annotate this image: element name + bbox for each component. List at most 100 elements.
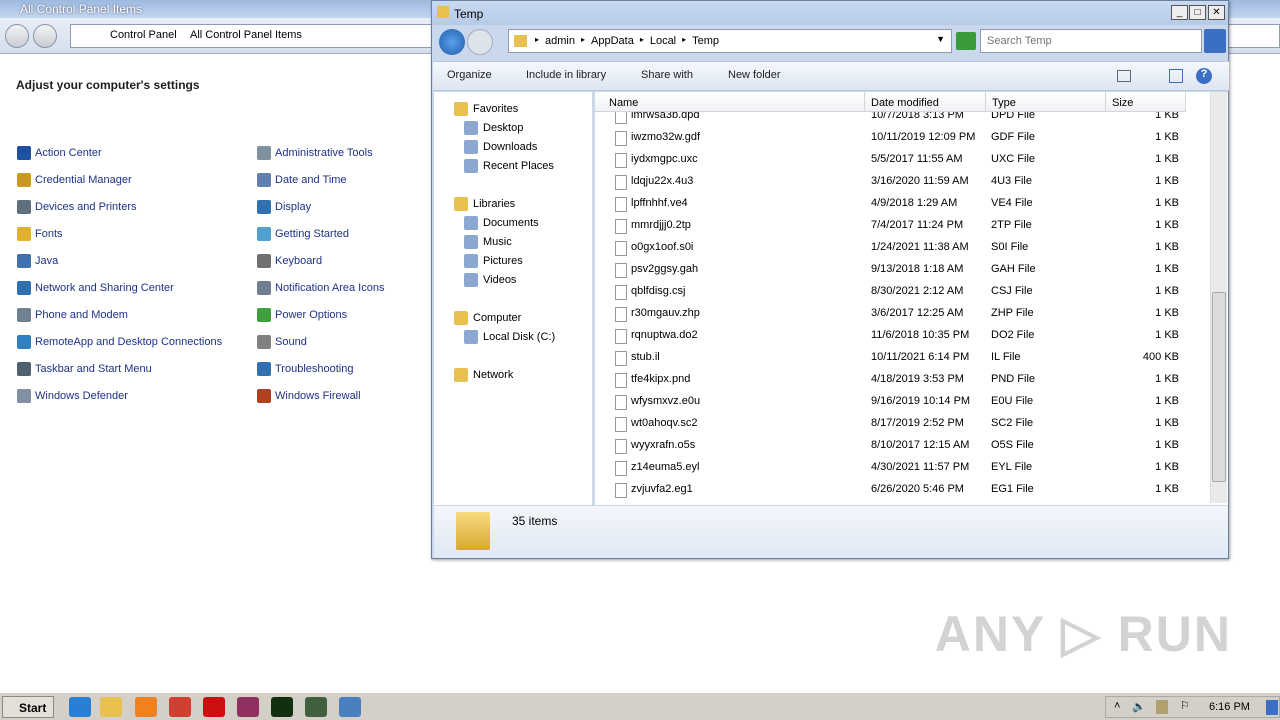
breadcrumb-arrow-icon[interactable]: ▸ [640, 35, 644, 47]
forward-button[interactable] [33, 24, 57, 48]
file-row[interactable]: imrwsa3b.dpd 10/7/2018 3:13 PM DPD File 1 K… [595, 112, 1209, 126]
file-row[interactable]: psv2ggsy.gah 9/13/2018 1:18 AM GAH File 1 K… [595, 260, 1209, 280]
cp-item-remoteapp-and-desktop-connections[interactable]: RemoteApp and Desktop Connections [17, 333, 222, 351]
chrome-icon[interactable] [169, 697, 191, 717]
control-panel-icon[interactable] [339, 697, 361, 717]
cp-item-phone-and-modem[interactable]: Phone and Modem [17, 306, 128, 324]
file-row[interactable]: wt0ahoqv.sc2 8/17/2019 2:52 PM SC2 File 1 K… [595, 414, 1209, 434]
cp-item-action-center[interactable]: Action Center [17, 144, 102, 162]
file-row[interactable]: ldqju22x.4u3 3/16/2020 11:59 AM 4U3 File 1 … [595, 172, 1209, 192]
minimize-button[interactable]: _ [1171, 5, 1188, 20]
new-folder-button[interactable]: New folder [728, 69, 781, 81]
clock[interactable]: 6:16 PM [1209, 701, 1250, 713]
nav-music[interactable]: Music [464, 235, 512, 249]
file-row[interactable]: wfysmxvz.e0u 9/16/2019 10:14 PM E0U File 1 … [595, 392, 1209, 412]
show-desktop-button[interactable] [1266, 700, 1278, 715]
search-icon[interactable] [1204, 29, 1226, 53]
cp-item-taskbar-and-start-menu[interactable]: Taskbar and Start Menu [17, 360, 152, 378]
cp-item-java[interactable]: Java [17, 252, 58, 270]
file-row[interactable]: iwzmo32w.gdf 10/11/2019 12:09 PM GDF File 1… [595, 128, 1209, 148]
explorer-icon[interactable] [100, 697, 122, 717]
ie-icon[interactable] [69, 697, 91, 717]
preview-pane-icon[interactable] [1169, 69, 1183, 83]
include-in-library-button[interactable]: Include in library [526, 69, 606, 81]
cp-item-date-and-time[interactable]: Date and Time [257, 171, 347, 189]
cp-item-credential-manager[interactable]: Credential Manager [17, 171, 132, 189]
chevron-down-icon[interactable]: ▼ [936, 34, 945, 44]
cp-item-devices-and-printers[interactable]: Devices and Printers [17, 198, 137, 216]
cp-item-windows-defender[interactable]: Windows Defender [17, 387, 128, 405]
nav-pictures[interactable]: Pictures [464, 254, 523, 268]
file-row[interactable]: iydxmgpc.uxc 5/5/2017 11:55 AM UXC File 1 K… [595, 150, 1209, 170]
breadcrumb-arrow-icon[interactable]: ▸ [535, 35, 539, 47]
breadcrumb-arrow-icon[interactable]: ▸ [682, 35, 686, 47]
action-center-flag-icon[interactable]: ⚐ [1180, 699, 1190, 712]
breadcrumb-item[interactable]: admin [545, 35, 575, 47]
nav-desktop[interactable]: Desktop [464, 121, 523, 135]
breadcrumb-item[interactable]: Temp [692, 35, 719, 47]
file-row[interactable]: tfe4kipx.pnd 4/18/2019 3:53 PM PND File 1 K… [595, 370, 1209, 390]
nav-recent-places[interactable]: Recent Places [464, 159, 554, 173]
scrollbar-thumb[interactable] [1212, 292, 1226, 482]
file-row[interactable]: lpffnhhf.ve4 4/9/2018 1:29 AM VE4 File 1 KB [595, 194, 1209, 214]
breadcrumb-control-panel[interactable]: Control Panel [110, 29, 177, 41]
breadcrumb-arrow-icon[interactable]: ▸ [581, 35, 585, 47]
show-hidden-icons[interactable]: ˄ [1114, 700, 1120, 712]
column-header-date-modified[interactable]: Date modified [865, 92, 986, 112]
nav-network[interactable]: Network [454, 368, 513, 382]
search-input[interactable] [980, 29, 1202, 53]
breadcrumb-item[interactable]: AppData [591, 35, 634, 47]
nav-libraries[interactable]: Libraries [454, 197, 515, 211]
cp-item-windows-firewall[interactable]: Windows Firewall [257, 387, 361, 405]
view-options-icon[interactable] [1117, 70, 1131, 82]
file-row[interactable]: o0gx1oof.s0i 1/24/2021 11:38 AM S0I File 1 … [595, 238, 1209, 258]
refresh-icon[interactable] [956, 32, 976, 50]
cp-item-network-and-sharing-center[interactable]: Network and Sharing Center [17, 279, 174, 297]
column-header-type[interactable]: Type [986, 92, 1106, 112]
network-tray-icon[interactable] [1156, 700, 1168, 714]
cp-item-administrative-tools[interactable]: Administrative Tools [257, 144, 373, 162]
file-row[interactable]: qblfdisg.csj 8/30/2021 2:12 AM CSJ File 1 K… [595, 282, 1209, 302]
nav-videos[interactable]: Videos [464, 273, 516, 287]
breadcrumb-all-items[interactable]: All Control Panel Items [190, 29, 302, 41]
media-player-icon[interactable] [135, 697, 157, 717]
volume-icon[interactable]: 🔈 [1132, 700, 1146, 713]
cp-item-sound[interactable]: Sound [257, 333, 307, 351]
cp-item-troubleshooting[interactable]: Troubleshooting [257, 360, 353, 378]
cp-item-display[interactable]: Display [257, 198, 311, 216]
hex-app-icon[interactable] [271, 697, 293, 717]
help-icon[interactable]: ? [1196, 68, 1212, 84]
cp-item-fonts[interactable]: Fonts [17, 225, 63, 243]
file-row[interactable]: mmrdjjj0.2tp 7/4/2017 11:24 PM 2TP File 1 K… [595, 216, 1209, 236]
cp-item-notification-area-icons[interactable]: Notification Area Icons [257, 279, 384, 297]
cp-item-power-options[interactable]: Power Options [257, 306, 347, 324]
nav-documents[interactable]: Documents [464, 216, 539, 230]
address-field[interactable]: ▸ admin ▸ AppData ▸ Local ▸ Temp ▼ [508, 29, 952, 53]
column-header-name[interactable]: Name [595, 92, 865, 112]
maximize-button[interactable]: □ [1189, 5, 1206, 20]
opera-icon[interactable] [203, 697, 225, 717]
breadcrumb-item[interactable]: Local [650, 35, 676, 47]
share-with-button[interactable]: Share with [641, 69, 693, 81]
nav-favorites[interactable]: Favorites [454, 102, 518, 116]
nav-local-disk-c-[interactable]: Local Disk (C:) [464, 330, 555, 344]
file-row[interactable]: wyyxrafn.o5s 8/10/2017 12:15 AM O5S File 1 … [595, 436, 1209, 456]
close-button[interactable]: ✕ [1208, 5, 1225, 20]
organize-button[interactable]: Organize [447, 69, 492, 81]
terminal-icon[interactable] [305, 697, 327, 717]
back-button[interactable] [5, 24, 29, 48]
nav-downloads[interactable]: Downloads [464, 140, 537, 154]
file-row[interactable]: stub.il 10/11/2021 6:14 PM IL File 400 KB [595, 348, 1209, 368]
cp-item-getting-started[interactable]: Getting Started [257, 225, 349, 243]
cp-item-keyboard[interactable]: Keyboard [257, 252, 322, 270]
file-row[interactable]: rqnuptwa.do2 11/6/2018 10:35 PM DO2 File 1 … [595, 326, 1209, 346]
start-button[interactable]: Start [2, 696, 54, 718]
file-row[interactable]: zvjuvfa2.eg1 6/26/2020 5:46 PM EG1 File 1 K… [595, 480, 1209, 500]
vertical-scrollbar[interactable] [1210, 92, 1227, 503]
nav-computer[interactable]: Computer [454, 311, 521, 325]
forward-button[interactable] [467, 29, 493, 55]
file-row[interactable]: z14euma5.eyl 4/30/2021 11:57 PM EYL File 1 … [595, 458, 1209, 478]
back-button[interactable] [439, 29, 465, 55]
file-row[interactable]: r30mgauv.zhp 3/6/2017 12:25 AM ZHP File 1 K… [595, 304, 1209, 324]
winrar-icon[interactable] [237, 697, 259, 717]
